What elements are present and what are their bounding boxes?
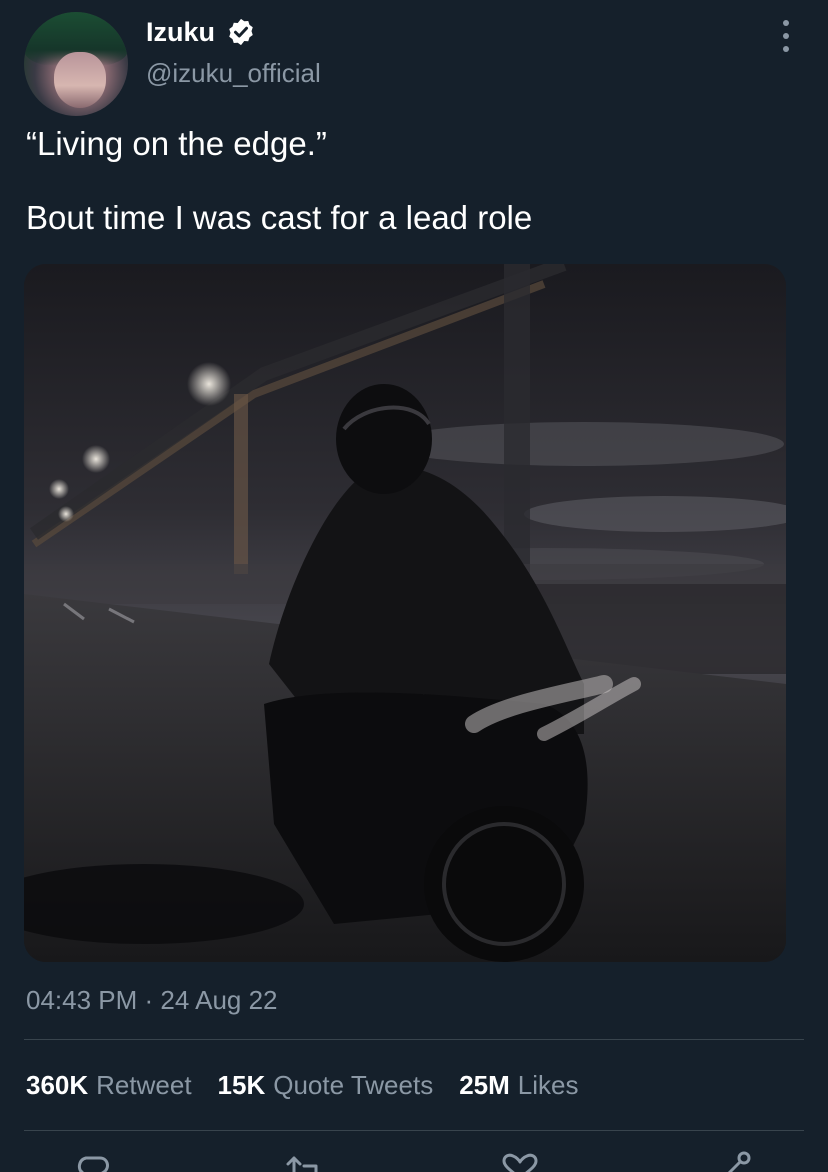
reply-icon[interactable] xyxy=(74,1150,114,1172)
tweet-media-photo[interactable] xyxy=(24,264,786,962)
retweet-count: 360K xyxy=(26,1070,89,1100)
divider xyxy=(24,1130,804,1131)
like-icon[interactable] xyxy=(500,1150,540,1172)
quote-tweets-count: 15K xyxy=(217,1070,266,1100)
tweet-text-line: Bout time I was cast for a lead role xyxy=(26,199,533,236)
quote-tweets-label: Quote Tweets xyxy=(273,1070,434,1100)
retweet-icon[interactable] xyxy=(282,1150,322,1172)
motorcycle-photo-icon xyxy=(24,264,786,962)
tweet-text-line: “Living on the edge.” xyxy=(26,125,327,162)
quote-tweets-link[interactable]: 15K Quote Tweets xyxy=(218,1068,434,1102)
avatar-face xyxy=(54,52,106,108)
more-dot xyxy=(783,33,789,39)
more-dot xyxy=(783,20,789,26)
retweet-label: Retweet xyxy=(96,1070,192,1100)
likes-label: Likes xyxy=(517,1070,579,1100)
more-options-icon[interactable] xyxy=(772,20,800,52)
user-handle[interactable]: @izuku_official xyxy=(146,57,321,89)
share-icon[interactable] xyxy=(714,1150,754,1172)
likes-link[interactable]: 25M Likes xyxy=(459,1068,578,1102)
retweet-count-link[interactable]: 360K Retweet xyxy=(26,1068,192,1102)
divider xyxy=(24,1039,804,1040)
more-dot xyxy=(783,46,789,52)
likes-count: 25M xyxy=(459,1070,510,1100)
display-name[interactable]: Izuku xyxy=(146,16,215,48)
tweet-timestamp[interactable]: 04:43 PM · 24 Aug 22 xyxy=(26,984,278,1016)
avatar[interactable] xyxy=(24,12,128,116)
tweet-stats: 360K Retweet 15K Quote Tweets 25M Likes xyxy=(26,1068,604,1102)
verified-badge-icon xyxy=(229,18,253,46)
